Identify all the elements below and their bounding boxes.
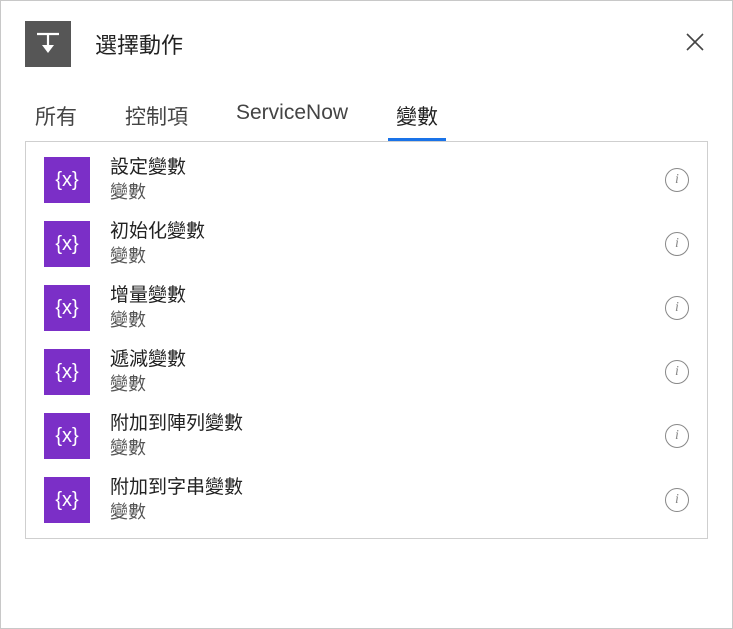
item-subtitle: 變數 (110, 373, 665, 396)
tab-bar: 所有 控制項 ServiceNow 變數 (25, 95, 708, 141)
action-item-decrement-variable[interactable]: {x} 遞減變數 變數 i (26, 340, 707, 404)
info-icon[interactable]: i (665, 296, 689, 320)
variable-icon: {x} (44, 285, 90, 331)
info-icon[interactable]: i (665, 360, 689, 384)
action-item-append-to-string-variable[interactable]: {x} 附加到字串變數 變數 i (26, 468, 707, 532)
variable-icon: {x} (44, 157, 90, 203)
item-text: 初始化變數 變數 (110, 220, 665, 268)
dialog-header: 選擇動作 (25, 21, 708, 67)
variable-icon: {x} (44, 349, 90, 395)
action-list: {x} 設定變數 變數 i {x} 初始化變數 變數 i {x} 增量變數 變數… (25, 141, 708, 539)
variable-icon: {x} (44, 413, 90, 459)
variable-icon: {x} (44, 221, 90, 267)
item-title: 遞減變數 (110, 348, 665, 373)
item-title: 增量變數 (110, 284, 665, 309)
close-icon (685, 32, 705, 52)
close-button[interactable] (684, 31, 706, 53)
item-text: 附加到陣列變數 變數 (110, 412, 665, 460)
item-text: 增量變數 變數 (110, 284, 665, 332)
item-title: 附加到字串變數 (110, 476, 665, 501)
header-icon (25, 21, 71, 67)
action-item-set-variable[interactable]: {x} 設定變數 變數 i (26, 148, 707, 212)
item-title: 附加到陣列變數 (110, 412, 665, 437)
item-subtitle: 變數 (110, 309, 665, 332)
action-item-increment-variable[interactable]: {x} 增量變數 變數 i (26, 276, 707, 340)
tab-servicenow[interactable]: ServiceNow (232, 95, 352, 141)
action-item-initialize-variable[interactable]: {x} 初始化變數 變數 i (26, 212, 707, 276)
item-subtitle: 變數 (110, 181, 665, 204)
info-icon[interactable]: i (665, 488, 689, 512)
action-item-append-to-array-variable[interactable]: {x} 附加到陣列變數 變數 i (26, 404, 707, 468)
variable-icon: {x} (44, 477, 90, 523)
item-title: 初始化變數 (110, 220, 665, 245)
tab-variables[interactable]: 變數 (392, 95, 442, 141)
item-text: 遞減變數 變數 (110, 348, 665, 396)
item-title: 設定變數 (110, 156, 665, 181)
info-icon[interactable]: i (665, 168, 689, 192)
item-subtitle: 變數 (110, 501, 665, 524)
tab-all[interactable]: 所有 (31, 95, 81, 141)
info-icon[interactable]: i (665, 232, 689, 256)
item-subtitle: 變數 (110, 245, 665, 268)
info-icon[interactable]: i (665, 424, 689, 448)
choose-action-dialog: 選擇動作 所有 控制項 ServiceNow 變數 {x} 設定變數 變數 i … (0, 0, 733, 629)
item-subtitle: 變數 (110, 437, 665, 460)
item-text: 附加到字串變數 變數 (110, 476, 665, 524)
item-text: 設定變數 變數 (110, 156, 665, 204)
tab-controls[interactable]: 控制項 (121, 95, 192, 141)
dialog-title: 選擇動作 (95, 28, 183, 60)
